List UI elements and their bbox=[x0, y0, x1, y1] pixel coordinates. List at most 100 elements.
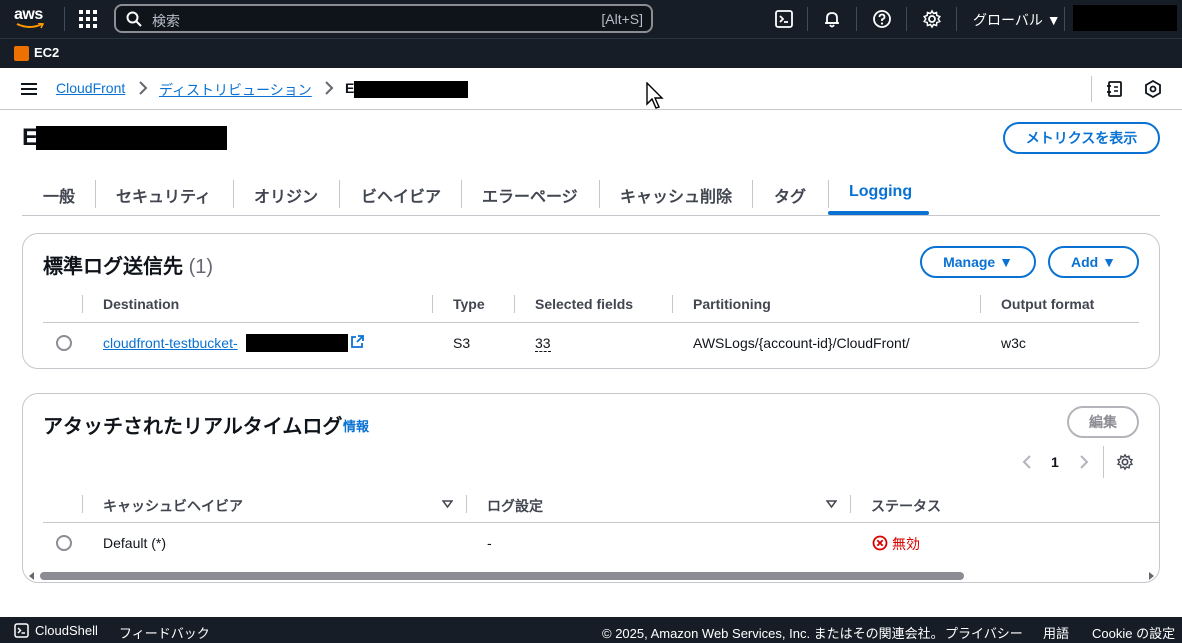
breadcrumb-cloudfront[interactable]: CloudFront bbox=[56, 80, 125, 96]
column-header-type[interactable]: Type bbox=[453, 296, 485, 312]
active-tab-indicator bbox=[828, 211, 929, 215]
column-header-output-format[interactable]: Output format bbox=[1001, 296, 1094, 312]
scrollbar-thumb[interactable] bbox=[40, 572, 964, 580]
top-navigation-bar: aws 検索 [Alt+S] グローバル ▼ bbox=[0, 0, 1182, 38]
standard-logs-title: 標準ログ送信先 (1) bbox=[43, 250, 213, 279]
tab-behaviors[interactable]: ビヘイビア bbox=[361, 183, 441, 207]
log-config-cell: - bbox=[487, 535, 492, 551]
notifications-bell-icon[interactable] bbox=[822, 9, 842, 29]
column-header-selected-fields[interactable]: Selected fields bbox=[535, 296, 633, 312]
help-icon[interactable] bbox=[872, 9, 892, 29]
tab-divider bbox=[339, 180, 340, 208]
scroll-right-arrow-icon[interactable] bbox=[1147, 572, 1155, 580]
edit-button[interactable]: 編集 bbox=[1067, 406, 1139, 438]
redacted-title bbox=[36, 126, 227, 150]
divider bbox=[956, 7, 957, 31]
chevron-right-icon[interactable] bbox=[1078, 455, 1090, 469]
table-settings-gear-icon[interactable] bbox=[1116, 453, 1134, 471]
column-divider bbox=[850, 495, 851, 513]
standard-logs-panel: 標準ログ送信先 (1) Manage ▼ Add ▼ Destination T… bbox=[22, 233, 1160, 369]
type-cell: S3 bbox=[453, 335, 471, 351]
column-divider bbox=[82, 495, 83, 513]
column-header-destination[interactable]: Destination bbox=[103, 296, 179, 312]
footer-copyright: © 2025, Amazon Web Services, Inc. またはその関… bbox=[602, 626, 944, 641]
add-button[interactable]: Add ▼ bbox=[1048, 246, 1139, 278]
column-header-partitioning[interactable]: Partitioning bbox=[693, 296, 771, 312]
footer-feedback[interactable]: フィードバック bbox=[119, 623, 210, 642]
realtime-logs-panel: アタッチされたリアルタイムログ 情報 編集 1 キャッシュビヘイビア ログ設定 … bbox=[22, 393, 1160, 583]
tab-security[interactable]: セキュリティ bbox=[116, 183, 211, 207]
tab-invalidations[interactable]: キャッシュ削除 bbox=[620, 183, 732, 207]
footer: CloudShell フィードバック © 2025, Amazon Web Se… bbox=[0, 617, 1182, 643]
column-header-cache-behavior[interactable]: キャッシュビヘイビア bbox=[103, 496, 243, 516]
chevron-left-icon[interactable] bbox=[1021, 455, 1033, 469]
external-link-icon[interactable] bbox=[350, 335, 364, 349]
tab-bar: 一般 セキュリティ オリジン ビヘイビア エラーページ キャッシュ削除 タグ L… bbox=[22, 176, 1160, 216]
view-metrics-button[interactable]: メトリクスを表示 bbox=[1003, 122, 1160, 154]
services-grid-icon[interactable] bbox=[79, 10, 97, 28]
tab-divider bbox=[95, 180, 96, 208]
settings-hexagon-icon[interactable] bbox=[1144, 80, 1162, 98]
horizontal-scrollbar[interactable] bbox=[28, 570, 1158, 582]
search-icon bbox=[126, 11, 142, 27]
column-divider bbox=[82, 295, 83, 313]
column-divider bbox=[672, 295, 673, 313]
divider bbox=[1103, 446, 1104, 478]
output-format-cell: w3c bbox=[1001, 335, 1026, 351]
divider bbox=[906, 7, 907, 31]
row-select-radio[interactable] bbox=[56, 535, 72, 551]
tab-logging[interactable]: Logging bbox=[849, 183, 912, 201]
partitioning-cell: AWSLogs/{account-id}/CloudFront/ bbox=[693, 335, 910, 351]
aws-logo[interactable]: aws bbox=[14, 6, 48, 32]
manage-button[interactable]: Manage ▼ bbox=[920, 246, 1036, 278]
scroll-left-arrow-icon[interactable] bbox=[28, 572, 36, 580]
sort-caret-down-icon[interactable] bbox=[442, 500, 453, 508]
cloudshell-icon[interactable] bbox=[774, 9, 794, 29]
ec2-service-icon bbox=[14, 46, 29, 61]
column-divider bbox=[514, 295, 515, 313]
search-input[interactable]: 検索 [Alt+S] bbox=[114, 4, 653, 33]
aws-logo-text: aws bbox=[14, 6, 43, 23]
tab-divider bbox=[461, 180, 462, 208]
tab-error-pages[interactable]: エラーページ bbox=[482, 183, 578, 207]
header-separator bbox=[43, 522, 1159, 523]
status-disabled-text: 無効 bbox=[892, 536, 920, 552]
status-error-icon bbox=[872, 535, 888, 551]
row-select-radio[interactable] bbox=[56, 335, 72, 351]
aws-smile-icon bbox=[16, 23, 44, 29]
favorite-service-ec2[interactable]: EC2 bbox=[34, 45, 59, 60]
side-panel-icon[interactable] bbox=[1106, 80, 1124, 98]
redacted-bucket-suffix bbox=[246, 334, 348, 352]
tab-tags[interactable]: タグ bbox=[774, 183, 806, 207]
settings-gear-icon[interactable] bbox=[922, 9, 942, 29]
selected-fields-cell[interactable]: 33 bbox=[535, 335, 551, 352]
footer-cloudshell[interactable]: CloudShell bbox=[35, 623, 98, 638]
footer-terms[interactable]: 用語 bbox=[1043, 623, 1069, 642]
tab-general[interactable]: 一般 bbox=[43, 183, 75, 207]
page-number[interactable]: 1 bbox=[1051, 454, 1059, 470]
standard-logs-title-text: 標準ログ送信先 bbox=[43, 256, 183, 278]
region-selector[interactable]: グローバル ▼ bbox=[973, 10, 1061, 30]
tab-origins[interactable]: オリジン bbox=[254, 183, 318, 207]
divider bbox=[64, 7, 65, 31]
info-link[interactable]: 情報 bbox=[343, 416, 369, 435]
cloudshell-icon[interactable] bbox=[14, 623, 29, 638]
menu-hamburger-icon[interactable] bbox=[21, 82, 37, 96]
tab-divider bbox=[828, 180, 829, 208]
column-divider bbox=[466, 495, 467, 513]
sort-caret-down-icon[interactable] bbox=[826, 500, 837, 508]
tab-divider bbox=[233, 180, 234, 208]
footer-privacy[interactable]: プライバシー bbox=[945, 623, 1023, 642]
chevron-right-icon bbox=[325, 81, 334, 95]
destination-link[interactable]: cloudfront-testbucket- bbox=[103, 335, 238, 351]
footer-cookie-settings[interactable]: Cookie の設定 bbox=[1092, 623, 1175, 642]
breadcrumb-distributions[interactable]: ディストリビューション bbox=[159, 80, 312, 100]
header-separator bbox=[43, 322, 1139, 323]
cache-behavior-cell: Default (*) bbox=[103, 535, 167, 551]
column-divider bbox=[432, 295, 433, 313]
breadcrumb-current: E bbox=[345, 80, 355, 96]
column-header-status[interactable]: ステータス bbox=[871, 496, 941, 516]
column-header-log-config[interactable]: ログ設定 bbox=[487, 496, 543, 516]
search-shortcut: [Alt+S] bbox=[601, 11, 643, 27]
account-menu-redacted[interactable] bbox=[1073, 5, 1177, 31]
